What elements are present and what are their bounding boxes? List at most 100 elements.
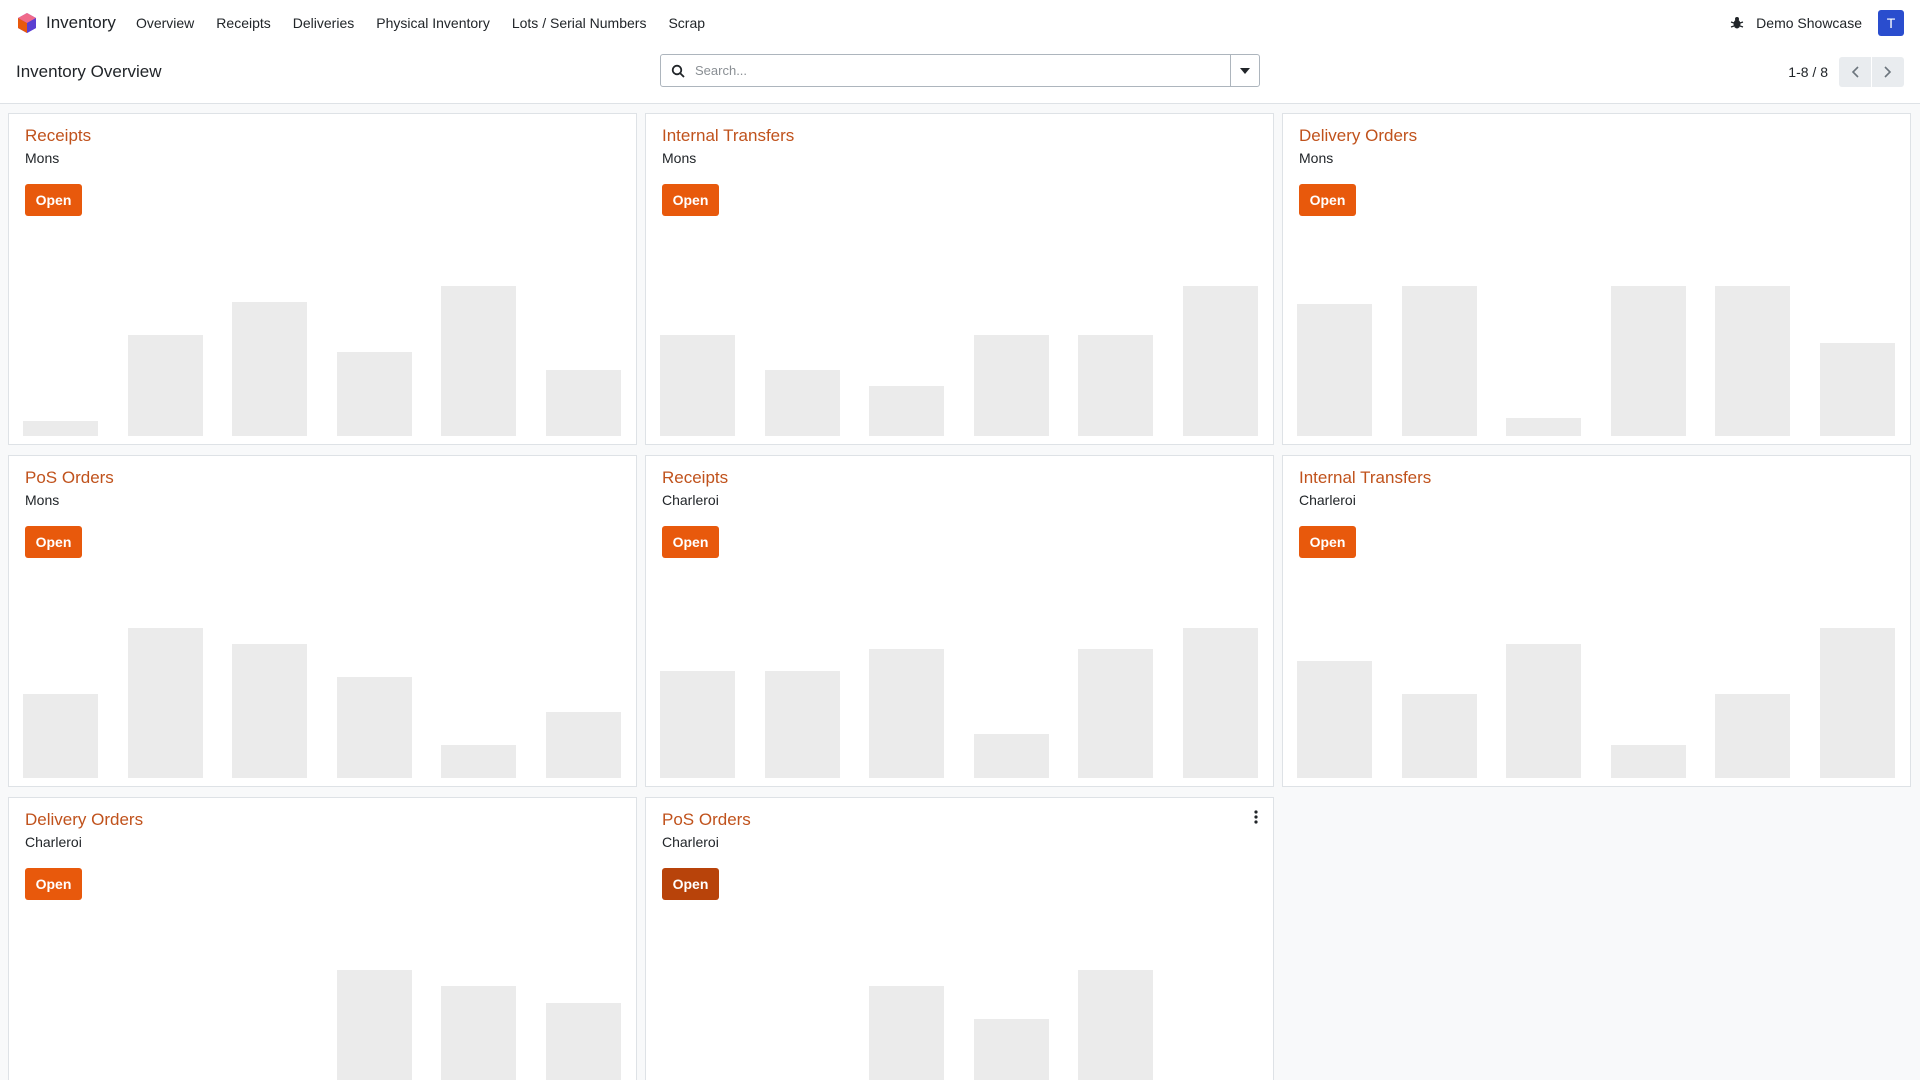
pager-previous-button[interactable] [1839, 57, 1871, 87]
card-title[interactable]: Delivery Orders [1299, 126, 1417, 146]
card-title[interactable]: Internal Transfers [1299, 468, 1431, 488]
graph-bar [1402, 694, 1477, 778]
open-button[interactable]: Open [1299, 526, 1356, 558]
graph-bar [128, 628, 203, 778]
card-title[interactable]: Receipts [662, 468, 728, 488]
menu-receipts[interactable]: Receipts [216, 15, 270, 31]
graph-bar [1078, 335, 1153, 436]
open-button[interactable]: Open [25, 184, 82, 216]
card-internal-transfers-charleroi[interactable]: Internal Transfers Charleroi Open [1282, 455, 1911, 787]
graph-bar [23, 694, 98, 778]
user-avatar[interactable]: T [1878, 10, 1904, 36]
open-button[interactable]: Open [662, 868, 719, 900]
open-button[interactable]: Open [25, 526, 82, 558]
graph-bar [441, 286, 516, 436]
graph-bar [232, 302, 307, 436]
graph-bar [765, 671, 840, 778]
page-title[interactable]: Inventory Overview [16, 62, 162, 82]
card-subtitle: Charleroi [25, 834, 82, 850]
graph-bar [1078, 649, 1153, 778]
card-subtitle: Mons [25, 150, 60, 166]
card-subtitle: Charleroi [662, 492, 719, 508]
menu-deliveries[interactable]: Deliveries [293, 15, 354, 31]
menu-physical-inventory[interactable]: Physical Inventory [376, 15, 490, 31]
card-graph [23, 256, 622, 436]
card-receipts-charleroi[interactable]: Receipts Charleroi Open [645, 455, 1274, 787]
card-graph [23, 940, 622, 1080]
card-pos-orders-mons[interactable]: PoS Orders Mons Open [8, 455, 637, 787]
card-subtitle: Charleroi [662, 834, 719, 850]
kanban-view: Receipts Mons Open Internal Transfers Mo… [8, 113, 1912, 1080]
card-pos-orders-charleroi[interactable]: PoS Orders Charleroi Open [645, 797, 1274, 1080]
navbar-systray: Demo Showcase T [1730, 10, 1904, 36]
graph-bar [660, 671, 735, 778]
graph-bar [546, 370, 621, 436]
graph-bar [1611, 286, 1686, 436]
card-delivery-orders-mons[interactable]: Delivery Orders Mons Open [1282, 113, 1911, 445]
pager: 1-8 / 8 [1788, 57, 1904, 87]
graph-bar [1611, 745, 1686, 778]
card-graph [660, 598, 1259, 778]
main-menu: Overview Receipts Deliveries Physical In… [136, 15, 727, 31]
card-subtitle: Mons [662, 150, 697, 166]
bug-icon[interactable] [1730, 15, 1746, 31]
inventory-app-icon[interactable] [16, 12, 38, 34]
graph-bar [1078, 970, 1153, 1080]
graph-bar [1820, 628, 1895, 778]
graph-bar [1402, 286, 1477, 436]
graph-bar [128, 335, 203, 436]
card-graph [660, 940, 1259, 1080]
graph-bar [869, 649, 944, 778]
graph-bar [232, 644, 307, 778]
graph-bar [441, 745, 516, 778]
graph-bar [765, 370, 840, 436]
graph-bar [660, 335, 735, 436]
menu-overview[interactable]: Overview [136, 15, 194, 31]
graph-bar [546, 1003, 621, 1080]
card-graph [23, 598, 622, 778]
open-button[interactable]: Open [25, 868, 82, 900]
graph-bar [1297, 304, 1372, 436]
card-subtitle: Mons [1299, 150, 1334, 166]
graph-bar [974, 1019, 1049, 1080]
graph-bar [23, 421, 98, 436]
menu-scrap[interactable]: Scrap [668, 15, 705, 31]
company-name[interactable]: Demo Showcase [1756, 15, 1862, 31]
card-subtitle: Charleroi [1299, 492, 1356, 508]
menu-lots-serial-numbers[interactable]: Lots / Serial Numbers [512, 15, 647, 31]
graph-bar [1183, 286, 1258, 436]
card-subtitle: Mons [25, 492, 60, 508]
app-name[interactable]: Inventory [46, 13, 116, 33]
graph-bar [337, 352, 412, 436]
card-title[interactable]: Delivery Orders [25, 810, 143, 830]
card-delivery-orders-charleroi[interactable]: Delivery Orders Charleroi Open [8, 797, 637, 1080]
card-title[interactable]: PoS Orders [25, 468, 114, 488]
graph-bar [1506, 418, 1581, 436]
pager-value[interactable]: 1-8 / 8 [1788, 64, 1828, 80]
card-receipts-mons[interactable]: Receipts Mons Open [8, 113, 637, 445]
card-internal-transfers-mons[interactable]: Internal Transfers Mons Open [645, 113, 1274, 445]
pager-next-button[interactable] [1872, 57, 1904, 87]
search-options-toggle[interactable] [1230, 55, 1259, 86]
graph-bar [974, 734, 1049, 778]
search-box[interactable] [660, 54, 1260, 87]
card-title[interactable]: PoS Orders [662, 810, 751, 830]
graph-bar [1715, 286, 1790, 436]
graph-bar [441, 986, 516, 1080]
search-input[interactable] [695, 55, 1230, 86]
graph-bar [869, 386, 944, 436]
open-button[interactable]: Open [662, 526, 719, 558]
open-button[interactable]: Open [1299, 184, 1356, 216]
card-graph [1297, 256, 1896, 436]
card-title[interactable]: Internal Transfers [662, 126, 794, 146]
vertical-ellipsis-icon [1254, 810, 1258, 824]
graph-bar [1820, 343, 1895, 436]
card-dropdown-toggle[interactable] [1249, 806, 1263, 828]
card-graph [660, 256, 1259, 436]
card-title[interactable]: Receipts [25, 126, 91, 146]
open-button[interactable]: Open [662, 184, 719, 216]
chevron-left-icon [1851, 66, 1859, 78]
graph-bar [1297, 661, 1372, 778]
search-icon [671, 63, 687, 79]
graph-bar [546, 712, 621, 778]
